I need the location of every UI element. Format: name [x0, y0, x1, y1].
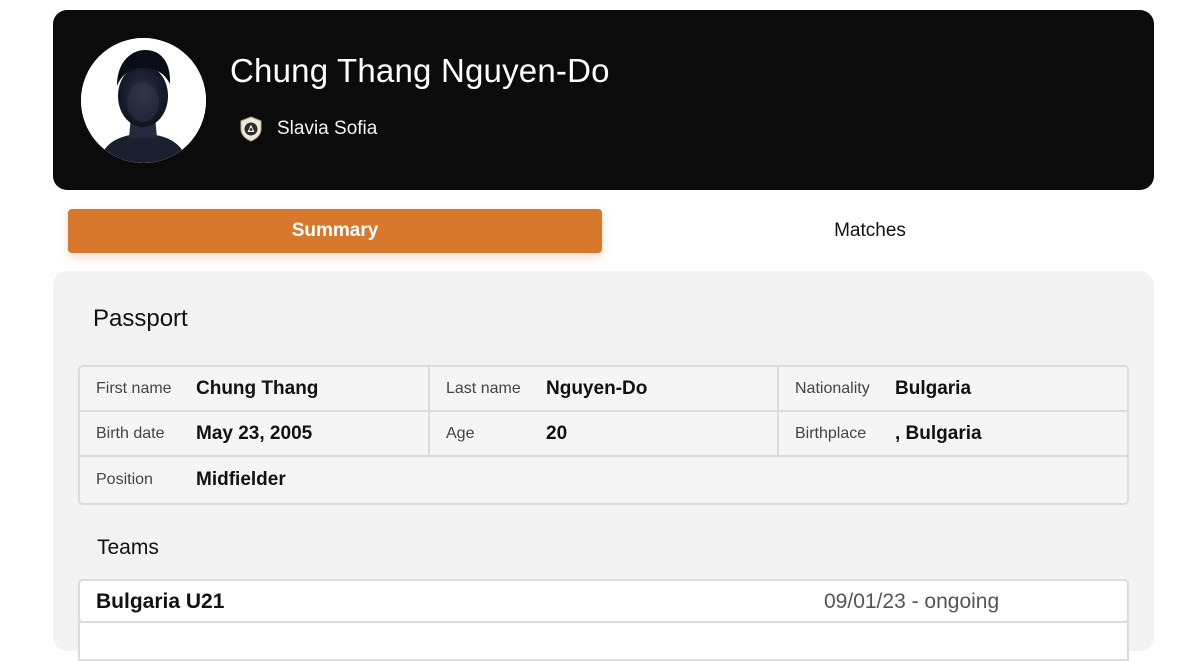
first-name-cell: First name Chung Thang [80, 367, 430, 412]
player-silhouette-icon [81, 38, 206, 163]
nationality-cell: Nationality Bulgaria [779, 367, 1129, 412]
team-name: Bulgaria U21 [96, 590, 225, 613]
birth-date-value: May 23, 2005 [196, 422, 313, 444]
birthplace-cell: Birthplace , Bulgaria [779, 412, 1129, 457]
teams-title: Teams [97, 536, 159, 559]
position-value: Midfielder [196, 468, 286, 490]
birth-date-cell: Birth date May 23, 2005 [80, 412, 430, 457]
nationality-value: Bulgaria [895, 377, 972, 399]
player-header: Chung Thang Nguyen-Do Slavia Sofia [53, 10, 1154, 190]
first-name-label: First name [96, 379, 172, 397]
position-label: Position [96, 470, 153, 488]
player-name: Chung Thang Nguyen-Do [230, 52, 610, 89]
last-name-label: Last name [446, 379, 521, 397]
club-name: Slavia Sofia [277, 118, 378, 139]
club-link[interactable]: Slavia Sofia [239, 114, 377, 144]
last-name-cell: Last name Nguyen-Do [430, 367, 779, 412]
birth-date-label: Birth date [96, 424, 165, 442]
club-crest-icon [240, 116, 262, 142]
tab-matches[interactable]: Matches [603, 209, 1137, 253]
tab-summary[interactable]: Summary [68, 209, 602, 253]
first-name-value: Chung Thang [196, 377, 319, 399]
age-label: Age [446, 424, 475, 442]
summary-panel: Passport First name Chung Thang Last nam… [53, 271, 1154, 661]
last-name-value: Nguyen-Do [546, 377, 648, 399]
passport-title: Passport [93, 305, 188, 332]
nationality-label: Nationality [795, 379, 870, 397]
age-cell: Age 20 [430, 412, 779, 457]
age-value: 20 [546, 422, 568, 444]
birthplace-label: Birthplace [795, 424, 867, 442]
team-period: 09/01/23 - ongoing [824, 590, 1000, 613]
birthplace-value: , Bulgaria [895, 422, 982, 444]
tab-bar: Summary Matches [68, 209, 1140, 253]
team-row-next [78, 621, 1129, 661]
player-avatar [81, 38, 206, 163]
team-row[interactable]: Bulgaria U21 09/01/23 - ongoing [78, 579, 1129, 623]
position-cell: Position Midfielder [80, 457, 1129, 502]
passport-grid: First name Chung Thang Last name Nguyen-… [78, 365, 1129, 505]
